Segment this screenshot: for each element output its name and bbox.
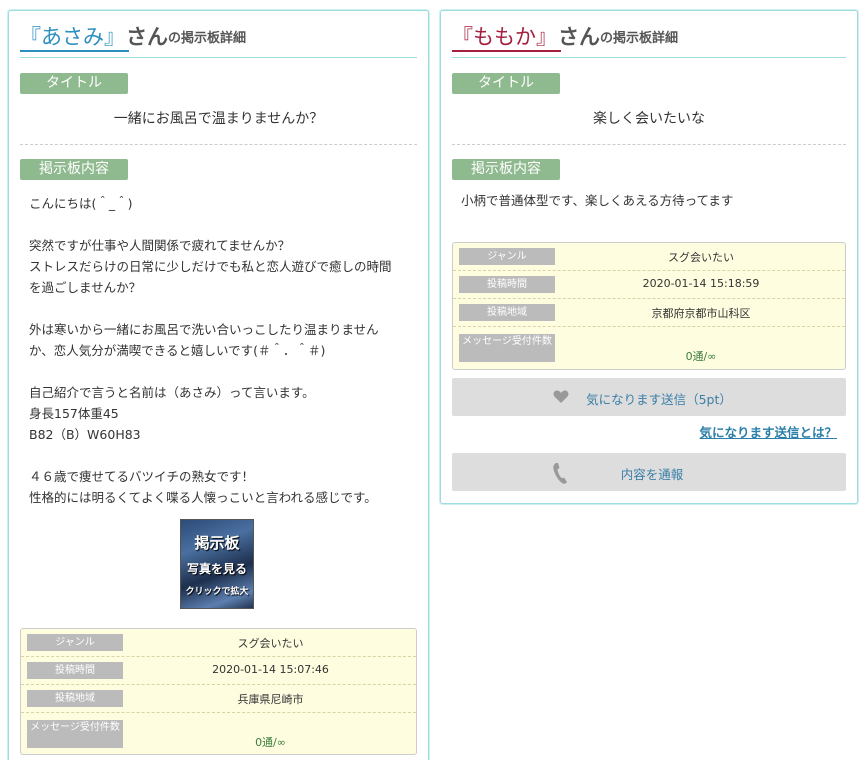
post-title: 楽しく会いたいな — [593, 111, 705, 127]
content-line: B82（B）W60H83 — [29, 427, 141, 442]
like-send-label: 気になります送信（5pt） — [586, 392, 732, 407]
panel-header: 『あさみ』 さん の掲示板詳細 — [20, 24, 417, 58]
content-label: 掲示板内容 — [20, 159, 128, 180]
content-line: 突然ですが仕事や人間関係で疲れてませんか？ — [29, 238, 291, 253]
divider — [20, 144, 417, 145]
info-key: ジャンル — [27, 634, 123, 651]
like-send-button[interactable]: 気になります送信（5pt） — [452, 378, 846, 416]
content-line: こんにちは(＾_＾) — [29, 196, 133, 211]
info-value: 0通/∞ — [685, 350, 717, 363]
info-value: 兵庫県尼崎市 — [237, 693, 304, 706]
photo-caption-3: クリックで拡大 — [185, 587, 249, 597]
info-key: 投稿時間 — [27, 662, 123, 679]
content-line: 小柄で普通体型です、楽しくあえる方待ってます — [461, 193, 734, 208]
panel-header: 『ももか』 さん の掲示板詳細 — [452, 24, 846, 58]
info-table: ジャンル スグ会いたい 投稿時間 2020-01-14 15:18:59 投稿地… — [452, 242, 846, 370]
info-row-genre: ジャンル スグ会いたい — [453, 243, 845, 271]
info-key: 投稿時間 — [459, 276, 555, 293]
honorific: さん — [126, 25, 168, 49]
info-key: メッセージ受付件数 — [459, 334, 555, 362]
user-name-link[interactable]: 『あさみ』 — [20, 24, 129, 52]
info-row-time: 投稿時間 2020-01-14 15:18:59 — [453, 271, 845, 299]
info-table: ジャンル スグ会いたい 投稿時間 2020-01-14 15:07:46 投稿地… — [20, 628, 417, 755]
info-row-time: 投稿時間 2020-01-14 15:07:46 — [21, 657, 416, 685]
content-line: を過ごしませんか？ — [29, 280, 142, 295]
info-value: 0通/∞ — [255, 736, 286, 749]
board-detail-panel-momoka: 『ももか』 さん の掲示板詳細 タイトル 楽しく会いたいな 掲示板内容 小柄で普… — [440, 10, 858, 504]
content-line: 性格的には明るくてよく喋る人懐っこいと言われる感じです。 — [29, 490, 377, 505]
title-label: タイトル — [452, 73, 560, 94]
content-line: 身長157体重45 — [29, 406, 119, 421]
info-row-area: 投稿地域 京都府京都市山科区 — [453, 299, 845, 327]
info-value: スグ会いたい — [237, 637, 304, 650]
info-key: 投稿地域 — [27, 690, 123, 707]
user-name-link[interactable]: 『ももか』 — [452, 24, 561, 52]
header-suffix: の掲示板詳細 — [168, 31, 247, 46]
honorific: さん — [558, 25, 600, 49]
like-help-link[interactable]: 気になります送信とは？ — [699, 422, 837, 441]
report-label: 内容を通報 — [620, 467, 684, 482]
info-row-genre: ジャンル スグ会いたい — [21, 629, 416, 657]
photo-caption-2: 写真を見る — [186, 562, 247, 576]
content-line: ４６歳で痩せてるバツイチの熟女です！ — [29, 469, 255, 484]
info-value: 京都府京都市山科区 — [651, 307, 751, 320]
content-line: か、恋人気分が満喫できると嬉しいです(＃＾．＾＃) — [29, 343, 326, 358]
info-key: ジャンル — [459, 248, 555, 265]
info-key: 投稿地域 — [459, 304, 555, 321]
content-line: 外は寒いから一緒にお風呂で洗い合いっこしたり温まりません — [29, 322, 379, 337]
info-row-messages: メッセージ受付件数 0通/∞ — [453, 329, 845, 369]
info-key: メッセージ受付件数 — [27, 720, 123, 748]
info-row-area: 投稿地域 兵庫県尼崎市 — [21, 685, 416, 713]
info-value: 2020-01-14 15:18:59 — [642, 277, 760, 290]
board-detail-panel-asami: 『あさみ』 さん の掲示板詳細 タイトル 一緒にお風呂で温まりませんか？ 掲示板… — [8, 10, 429, 760]
photo-caption-1: 掲示板 — [194, 534, 240, 552]
header-suffix: の掲示板詳細 — [600, 31, 679, 46]
info-value: スグ会いたい — [668, 251, 734, 264]
report-button[interactable]: 内容を通報 — [452, 453, 846, 491]
title-label: タイトル — [20, 73, 128, 94]
divider — [452, 144, 846, 145]
info-row-messages: メッセージ受付件数 0通/∞ — [21, 715, 416, 755]
content-line: 自己紹介で言うと名前は（あさみ）って言います。 — [29, 385, 315, 400]
info-value: 2020-01-14 15:07:46 — [212, 663, 329, 676]
content-label: 掲示板内容 — [452, 159, 560, 180]
post-title: 一緒にお風呂で温まりませんか？ — [113, 111, 324, 127]
board-photo-thumbnail[interactable]: 掲示板 写真を見る クリックで拡大 — [180, 519, 254, 609]
content-line: ストレスだらけの日常に少しだけでも私と恋人遊びで癒しの時間 — [29, 259, 392, 274]
